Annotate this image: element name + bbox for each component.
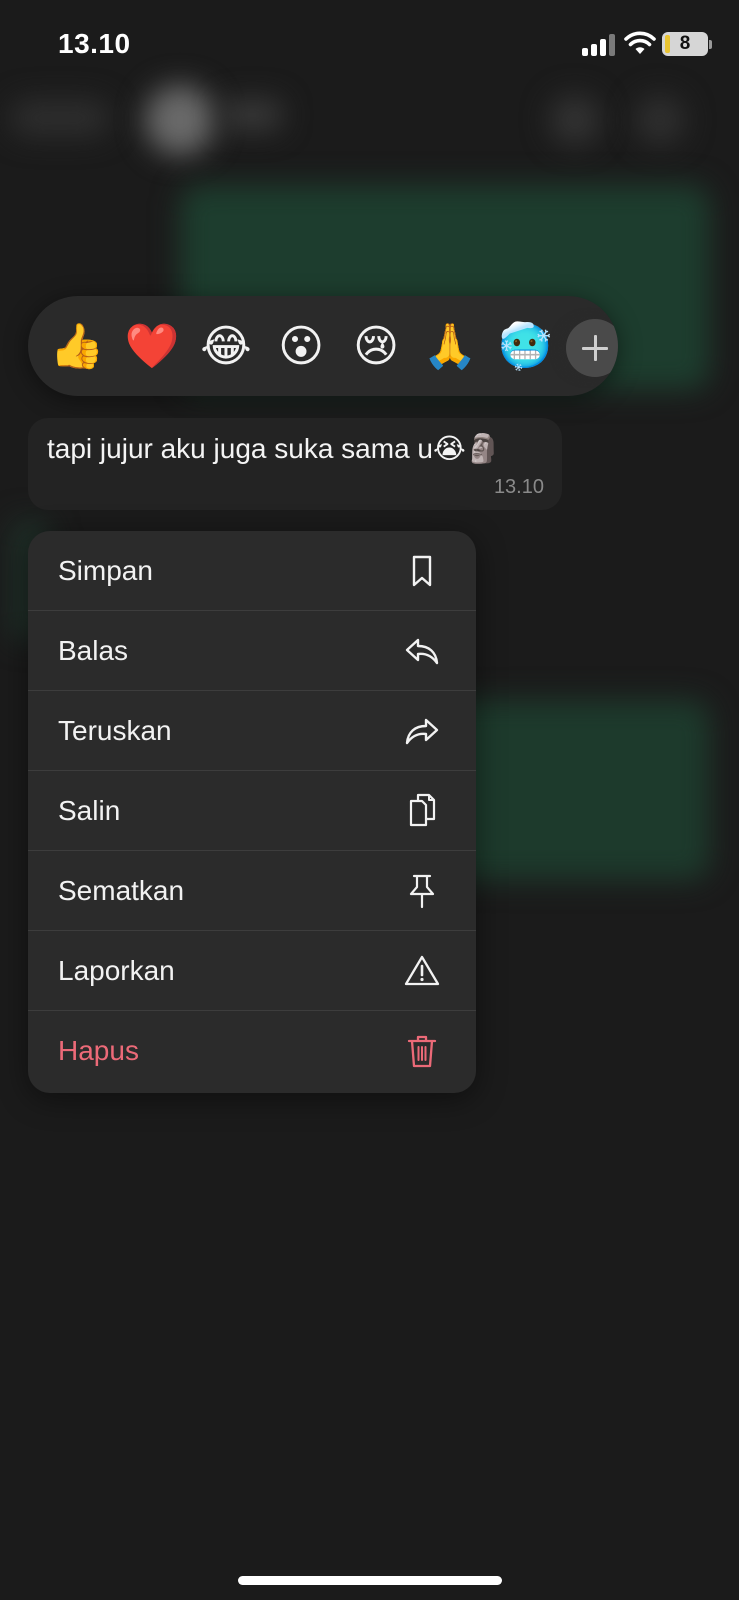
reaction-bar: 👍 ❤️ 😂 😮 😢 🙏 🥶: [28, 296, 618, 396]
bookmark-icon: [412, 555, 432, 587]
menu-item-balas[interactable]: Balas: [28, 611, 476, 691]
reaction-folded-hands[interactable]: 🙏: [422, 319, 478, 375]
reply-icon: [405, 638, 439, 665]
reaction-red-heart[interactable]: ❤️: [124, 319, 180, 375]
message-text: tapi jujur aku juga suka sama u😭🗿: [47, 433, 501, 464]
menu-item-laporkan[interactable]: Laporkan: [28, 931, 476, 1011]
cellular-signal-icon: [582, 34, 616, 56]
reaction-crying[interactable]: 😢: [348, 319, 404, 375]
menu-item-salin[interactable]: Salin: [28, 771, 476, 851]
message-timestamp: 13.10: [493, 476, 544, 498]
menu-item-teruskan[interactable]: Teruskan: [28, 691, 476, 771]
menu-item-simpan[interactable]: Simpan: [28, 531, 476, 611]
menu-item-label: Teruskan: [58, 715, 172, 746]
menu-item-label: Hapus: [58, 1035, 139, 1066]
blurred-back-button: [10, 100, 110, 136]
reaction-surprised[interactable]: 😮: [273, 319, 329, 375]
menu-item-hapus[interactable]: Hapus: [28, 1011, 476, 1091]
message-bubble: tapi jujur aku juga suka sama u😭🗿 13.10: [28, 418, 562, 510]
status-bar: 13.10 8: [0, 0, 739, 90]
menu-item-label: Simpan: [58, 555, 153, 586]
copy-icon: [409, 793, 436, 827]
blurred-outgoing-message: [440, 700, 710, 880]
blurred-contact-name: [222, 100, 282, 130]
menu-item-label: Balas: [58, 635, 129, 666]
status-time: 13.10: [58, 28, 131, 59]
blurred-avatar: [145, 85, 215, 155]
battery-level: 8: [679, 33, 691, 54]
reaction-tears-of-joy[interactable]: 😂: [198, 319, 254, 375]
plus-icon[interactable]: [566, 319, 618, 377]
warning-icon: [404, 955, 440, 986]
context-menu: Simpan Balas Teruskan Salin Sematkan Lap…: [28, 531, 476, 1093]
menu-item-label: Salin: [58, 795, 121, 826]
pin-icon: [409, 874, 435, 909]
menu-item-label: Sematkan: [58, 875, 185, 906]
blurred-menu-icon: [635, 95, 685, 145]
menu-item-sematkan[interactable]: Sematkan: [28, 851, 476, 931]
battery-tip: [709, 40, 712, 49]
reaction-cold-face[interactable]: 🥶: [497, 319, 553, 375]
home-indicator[interactable]: [238, 1576, 502, 1585]
reaction-thumbs-up[interactable]: 👍: [49, 319, 105, 375]
forward-icon: [405, 718, 439, 745]
trash-icon: [407, 1035, 437, 1068]
blurred-call-icon: [550, 95, 600, 145]
wifi-icon: [624, 31, 656, 54]
battery-icon: 8: [662, 32, 708, 56]
menu-item-label: Laporkan: [58, 955, 175, 986]
